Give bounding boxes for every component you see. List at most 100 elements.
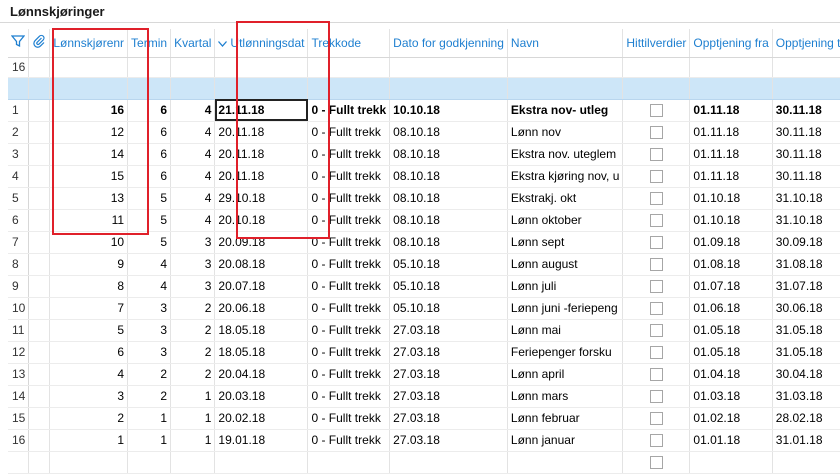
attachment-cell[interactable] <box>28 165 51 188</box>
navn-cell[interactable]: Lønn april <box>507 363 624 386</box>
trekkode-cell[interactable]: 0 - Fullt trekk <box>307 429 391 452</box>
hittilverdier-cell[interactable] <box>622 407 691 430</box>
row-number-cell[interactable]: 12 <box>8 341 30 364</box>
hittilverdier-cell[interactable] <box>622 209 691 232</box>
opptjening-fra-cell[interactable]: 01.03.18 <box>689 385 773 408</box>
filter-cell[interactable] <box>689 57 773 78</box>
hittilverdier-checkbox[interactable] <box>649 346 663 360</box>
dato-godkjenning-cell[interactable]: 10.10.18 <box>389 99 508 122</box>
trekkode-cell[interactable]: 0 - Fullt trekk <box>307 407 391 430</box>
opptjening-til-cell[interactable]: 30.06.18 <box>772 297 840 320</box>
attachment-cell[interactable] <box>28 275 51 298</box>
hittilverdier-cell[interactable] <box>622 385 691 408</box>
opptjening-fra-cell[interactable]: 01.04.18 <box>689 363 773 386</box>
navn-cell[interactable]: Lønn januar <box>507 429 624 452</box>
lonnskjorenr-cell[interactable]: 8 <box>49 275 129 298</box>
lonnskjorenr-cell[interactable]: 6 <box>49 341 129 364</box>
filter-icon[interactable] <box>10 34 26 51</box>
filter-cell[interactable] <box>307 57 391 78</box>
lonnskjorenr-cell[interactable]: 10 <box>49 231 129 254</box>
table-row[interactable]: 4 15 6 4 20.11.18 0 - Fullt trekk 08.10.18 Ekst… <box>8 165 840 188</box>
termin-cell[interactable]: 3 <box>127 341 172 364</box>
opptjening-fra-cell[interactable]: 01.08.18 <box>689 253 773 276</box>
termin-cell[interactable]: 1 <box>127 407 172 430</box>
opptjening-fra-cell[interactable]: 01.01.18 <box>689 429 773 452</box>
opptjening-fra-cell[interactable]: 01.10.18 <box>689 187 773 210</box>
navn-cell[interactable]: Lønn august <box>507 253 624 276</box>
hittilverdier-cell[interactable] <box>622 121 691 144</box>
dato-godkjenning-cell[interactable]: 27.03.18 <box>389 341 508 364</box>
attachment-cell[interactable] <box>28 231 51 254</box>
trekkode-cell[interactable]: 0 - Fullt trekk <box>307 253 391 276</box>
hittilverdier-cell[interactable] <box>622 231 691 254</box>
table-row[interactable]: 16 1 1 1 19.01.18 0 - Fullt trekk 27.03.18 Lønn… <box>8 429 840 452</box>
trekkode-cell[interactable]: 0 - Fullt trekk <box>307 297 391 320</box>
lonnskjorenr-cell[interactable]: 12 <box>49 121 129 144</box>
hittilverdier-checkbox[interactable] <box>649 126 663 140</box>
dato-godkjenning-cell[interactable]: 27.03.18 <box>389 385 508 408</box>
opptjening-fra-cell[interactable]: 01.11.18 <box>689 165 773 188</box>
table-row[interactable]: 13 4 2 2 20.04.18 0 - Fullt trekk 27.03.18 Lønn… <box>8 363 840 386</box>
hittilverdier-checkbox[interactable] <box>649 170 663 184</box>
opptjening-til-cell[interactable]: 30.11.18 <box>772 165 840 188</box>
hittilverdier-cell[interactable] <box>622 297 691 320</box>
row-number-cell[interactable]: 11 <box>8 319 30 342</box>
opptjening-til-cell[interactable]: 30.04.18 <box>772 363 840 386</box>
row-number-cell[interactable]: 10 <box>8 297 30 320</box>
trekkode-cell[interactable]: 0 - Fullt trekk <box>307 341 391 364</box>
opptjening-fra-cell[interactable]: 01.11.18 <box>689 143 773 166</box>
filter-cell[interactable] <box>507 57 624 78</box>
kvartal-cell[interactable]: 3 <box>170 253 216 276</box>
dato-godkjenning-cell[interactable]: 27.03.18 <box>389 363 508 386</box>
utlonningsdato-cell[interactable]: 29.10.18 <box>214 187 309 210</box>
opptjening-til-cell[interactable]: 31.10.18 <box>772 209 840 232</box>
hittilverdier-checkbox[interactable] <box>649 302 663 316</box>
kvartal-cell[interactable]: 3 <box>170 231 216 254</box>
opptjening-fra-cell[interactable]: 01.11.18 <box>689 99 773 122</box>
kvartal-cell[interactable]: 1 <box>170 407 216 430</box>
table-row[interactable]: 5 13 5 4 29.10.18 0 - Fullt trekk 08.10.18 Ekst… <box>8 187 840 210</box>
trekkode-cell[interactable]: 0 - Fullt trekk <box>307 165 391 188</box>
table-row[interactable]: 7 10 5 3 20.09.18 0 - Fullt trekk 08.10.18 Lønn… <box>8 231 840 254</box>
utlonningsdato-cell[interactable]: 20.03.18 <box>214 385 309 408</box>
navn-cell[interactable]: Feriepenger forsku <box>507 341 624 364</box>
row-number-cell[interactable]: 3 <box>8 143 30 166</box>
opptjening-fra-cell[interactable]: 01.06.18 <box>689 297 773 320</box>
attachment-cell[interactable] <box>28 385 51 408</box>
column-header-trekkode[interactable]: Trekkode <box>307 29 391 58</box>
opptjening-til-cell[interactable]: 28.02.18 <box>772 407 840 430</box>
filter-cell[interactable] <box>389 57 508 78</box>
lonnskjorenr-cell[interactable]: 4 <box>49 363 129 386</box>
dato-godkjenning-cell[interactable]: 27.03.18 <box>389 319 508 342</box>
kvartal-cell[interactable]: 2 <box>170 341 216 364</box>
table-row[interactable]: 15 2 1 1 20.02.18 0 - Fullt trekk 27.03.18 Lønn… <box>8 407 840 430</box>
column-header-termin[interactable]: Termin <box>127 29 172 58</box>
attachment-header-cell[interactable] <box>28 29 51 58</box>
utlonningsdato-cell[interactable]: 20.10.18 <box>214 209 309 232</box>
opptjening-fra-cell[interactable]: 01.05.18 <box>689 341 773 364</box>
navn-cell[interactable]: Lønn juli <box>507 275 624 298</box>
termin-cell[interactable]: 4 <box>127 253 172 276</box>
hittilverdier-checkbox[interactable] <box>649 412 663 426</box>
trekkode-cell[interactable]: 0 - Fullt trekk <box>307 275 391 298</box>
lonnskjorenr-cell[interactable]: 9 <box>49 253 129 276</box>
filter-cell[interactable] <box>772 57 840 78</box>
termin-cell[interactable]: 4 <box>127 275 172 298</box>
utlonningsdato-cell[interactable]: 20.11.18 <box>214 121 309 144</box>
attachment-cell[interactable] <box>28 99 51 122</box>
hittilverdier-cell[interactable] <box>622 363 691 386</box>
utlonningsdato-cell[interactable]: 20.08.18 <box>214 253 309 276</box>
row-number-cell[interactable]: 14 <box>8 385 30 408</box>
lonnskjorenr-cell[interactable]: 1 <box>49 429 129 452</box>
opptjening-fra-cell[interactable]: 01.05.18 <box>689 319 773 342</box>
termin-cell[interactable]: 5 <box>127 187 172 210</box>
dato-godkjenning-cell[interactable]: 05.10.18 <box>389 297 508 320</box>
dato-godkjenning-cell[interactable]: 05.10.18 <box>389 275 508 298</box>
navn-cell[interactable]: Ekstra nov. uteglem <box>507 143 624 166</box>
utlonningsdato-cell[interactable]: 18.05.18 <box>214 319 309 342</box>
attachment-cell[interactable] <box>28 209 51 232</box>
kvartal-cell[interactable]: 4 <box>170 209 216 232</box>
opptjening-til-cell[interactable]: 31.01.18 <box>772 429 840 452</box>
row-number-cell[interactable]: 9 <box>8 275 30 298</box>
row-number-cell[interactable]: 7 <box>8 231 30 254</box>
